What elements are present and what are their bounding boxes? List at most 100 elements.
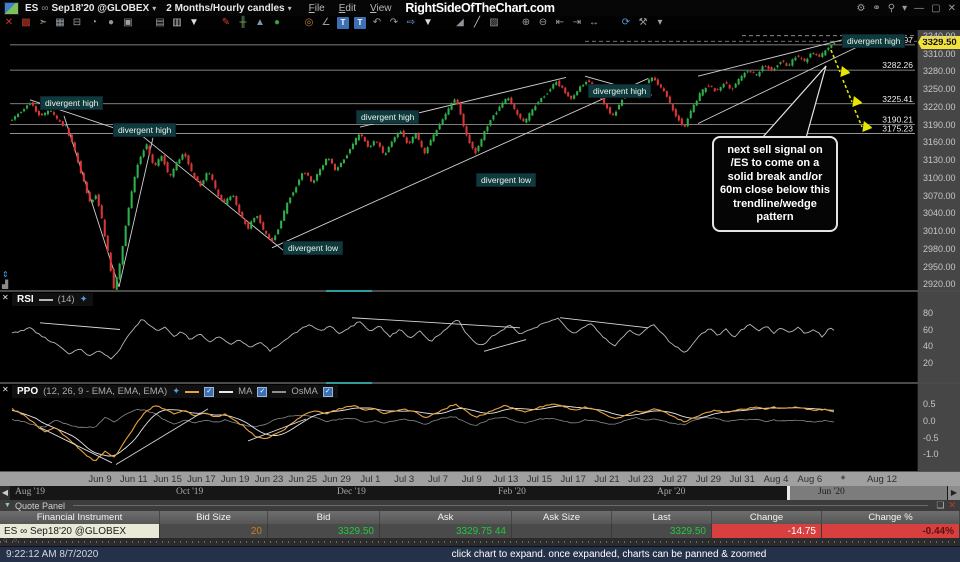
minimize-icon[interactable]: — bbox=[914, 3, 924, 14]
link-icon[interactable]: ⚭ bbox=[872, 3, 880, 14]
col-last[interactable]: Last bbox=[612, 511, 712, 524]
tool-caret-icon[interactable]: ▾ bbox=[654, 17, 666, 29]
pane-chart-icon[interactable]: ▟ bbox=[2, 280, 8, 289]
print-icon[interactable]: ⊟ bbox=[71, 17, 83, 29]
splitter-handle[interactable] bbox=[326, 290, 372, 292]
ppo-checkbox[interactable]: ✓ bbox=[204, 386, 215, 397]
history-icon[interactable]: ◔ bbox=[88, 17, 100, 29]
col-financial-instrument[interactable]: Financial Instrument bbox=[0, 511, 160, 524]
refresh-icon[interactable]: ⟳ bbox=[620, 17, 632, 29]
ppo-settings-icon[interactable]: ✦ bbox=[172, 386, 180, 397]
hatch-icon[interactable]: ▨ bbox=[488, 17, 500, 29]
images-icon[interactable]: ▤ bbox=[154, 17, 166, 29]
text-tool-icon[interactable]: T bbox=[337, 17, 349, 29]
rsi-settings-icon[interactable]: ✦ bbox=[80, 294, 88, 305]
col-bid-size[interactable]: Bid Size bbox=[160, 511, 268, 524]
line-icon[interactable]: ╱ bbox=[471, 17, 483, 29]
annotation-callout[interactable]: next sell signal on /ES to come on a sol… bbox=[712, 136, 838, 233]
mountain-icon[interactable]: ▲ bbox=[254, 17, 266, 29]
divergent-high-label[interactable]: divergent high bbox=[40, 96, 104, 110]
candles-icon[interactable]: ╫ bbox=[237, 17, 249, 29]
text-tool-alt-icon[interactable]: T bbox=[354, 17, 366, 29]
settings-icon[interactable]: ⚙ bbox=[856, 3, 865, 14]
date-tick: Jun 25 bbox=[288, 474, 318, 485]
pan-left-icon[interactable]: ⇤ bbox=[554, 17, 566, 29]
pane-splitter[interactable] bbox=[0, 290, 960, 292]
col-change-pct[interactable]: Change % bbox=[822, 511, 960, 524]
menu-edit[interactable]: Edit bbox=[339, 3, 356, 14]
rsi-close-icon[interactable]: ✕ bbox=[2, 293, 9, 302]
col-change[interactable]: Change bbox=[712, 511, 822, 524]
range-scrollbar[interactable]: ◀ Jun '20 ▶ Aug '19 Oct '19 Dec '19 Feb '20… bbox=[0, 486, 960, 500]
record-icon[interactable]: ● bbox=[105, 17, 117, 29]
ma-checkbox[interactable]: ✓ bbox=[257, 386, 268, 397]
price-tick: 2950.00 bbox=[923, 261, 956, 272]
angle-icon[interactable]: ◢ bbox=[454, 17, 466, 29]
measure-icon[interactable]: ∠ bbox=[320, 17, 332, 29]
contract-label[interactable]: Sep18'20 @GLOBEX bbox=[51, 3, 149, 14]
divergent-high-label[interactable]: divergent high bbox=[113, 123, 177, 137]
grid-icon[interactable]: ▦ bbox=[54, 17, 66, 29]
redo-icon[interactable]: ↷ bbox=[388, 17, 400, 29]
date-tick: Jun 29 bbox=[322, 474, 351, 485]
pan-right-icon[interactable]: ⇥ bbox=[571, 17, 583, 29]
col-bid[interactable]: Bid bbox=[268, 511, 380, 524]
pane-tool-icon[interactable]: ⇕ bbox=[2, 270, 9, 279]
panel-settings-icon[interactable]: ❏ bbox=[936, 500, 944, 511]
filter-icon[interactable]: ▼ bbox=[422, 17, 434, 29]
col-ask[interactable]: Ask bbox=[380, 511, 512, 524]
pin-caret-icon[interactable]: ▾ bbox=[902, 3, 907, 14]
menu-view[interactable]: View bbox=[370, 3, 392, 14]
scroll-right-icon[interactable]: ▶ bbox=[948, 486, 960, 500]
osma-checkbox[interactable]: ✓ bbox=[322, 386, 333, 397]
collapse-icon[interactable]: ▼ bbox=[4, 502, 11, 509]
symbol-caret-icon[interactable]: ▾ bbox=[152, 4, 156, 13]
divergent-high-label[interactable]: divergent high bbox=[842, 34, 906, 48]
scroll-left-icon[interactable]: ◀ bbox=[0, 486, 10, 500]
divergent-low-label[interactable]: divergent low bbox=[283, 241, 344, 255]
restore-icon[interactable]: ▢ bbox=[931, 3, 940, 14]
undo-icon[interactable]: ↶ bbox=[371, 17, 383, 29]
divergent-high-label[interactable]: divergent high bbox=[356, 110, 420, 124]
draw-chart-icon[interactable]: ✎ bbox=[220, 17, 232, 29]
date-axis[interactable]: Jun 9 Jun 11 Jun 15 Jun 17 Jun 19 Jun 23 Jun 2… bbox=[0, 471, 960, 486]
divergent-low-label[interactable]: divergent low bbox=[476, 173, 537, 187]
pane-splitter[interactable] bbox=[0, 382, 960, 384]
panel-close-icon[interactable]: ✕ bbox=[948, 500, 956, 511]
splitter-handle[interactable] bbox=[326, 382, 372, 384]
callout-arrow-icon[interactable]: ⇨ bbox=[405, 17, 417, 29]
quote-panel-footer: ○ ○ bbox=[0, 537, 960, 546]
ppo-close-icon[interactable]: ✕ bbox=[2, 385, 9, 394]
symbol-label[interactable]: ES bbox=[25, 3, 38, 14]
divergent-high-label[interactable]: divergent high bbox=[588, 84, 652, 98]
wrench-icon[interactable]: ⚒ bbox=[637, 17, 649, 29]
pointer-icon[interactable]: ➣ bbox=[37, 17, 49, 29]
date-tick: Jul 29 bbox=[695, 474, 722, 485]
zoom-in-icon[interactable]: ⊕ bbox=[520, 17, 532, 29]
date-tick: Jun 23 bbox=[254, 474, 284, 485]
col-ask-size[interactable]: Ask Size bbox=[512, 511, 612, 524]
scroll-window[interactable]: Jun '20 bbox=[787, 486, 947, 500]
layout-icon[interactable]: ▥ bbox=[171, 17, 183, 29]
selection-box-icon[interactable]: ▩ bbox=[20, 17, 32, 29]
close-icon[interactable]: ✕ bbox=[948, 3, 956, 14]
chart-area[interactable]: 3324.973282.263225.413190.213175.23 3329… bbox=[0, 30, 960, 471]
menu-file[interactable]: File bbox=[309, 3, 325, 14]
filter-down-icon[interactable]: ▼ bbox=[188, 17, 200, 29]
quote-row[interactable]: ES ∞ Sep18'20 @GLOBEX 20 3329.50 3329.75… bbox=[0, 524, 960, 538]
date-tick: Jul 27 bbox=[661, 474, 688, 485]
close-chart-icon[interactable]: ✕ bbox=[3, 17, 15, 29]
quote-panel-header[interactable]: ▼ Quote Panel ❏ ✕ bbox=[0, 500, 960, 511]
timeframe-caret-icon[interactable]: ▾ bbox=[288, 4, 292, 13]
ppo-tick: -1.0 bbox=[923, 449, 939, 460]
zoom-out-icon[interactable]: ⊖ bbox=[537, 17, 549, 29]
target-icon[interactable]: ◎ bbox=[303, 17, 315, 29]
pin-icon[interactable]: ⚲ bbox=[888, 3, 895, 14]
globe-icon[interactable]: ● bbox=[271, 17, 283, 29]
chart-canvas[interactable]: 3324.973282.263225.413190.213175.23 bbox=[0, 30, 917, 471]
image-icon[interactable]: ▣ bbox=[122, 17, 134, 29]
expand-h-icon[interactable]: ↔ bbox=[588, 17, 600, 29]
price-axis[interactable]: 3329.50 3340.00 3310.00 3280.00 3250.00 3220… bbox=[917, 30, 960, 471]
instrument-cell[interactable]: ES ∞ Sep18'20 @GLOBEX bbox=[0, 524, 160, 538]
timeframe-selector[interactable]: 2 Months/Hourly candles bbox=[166, 3, 284, 14]
